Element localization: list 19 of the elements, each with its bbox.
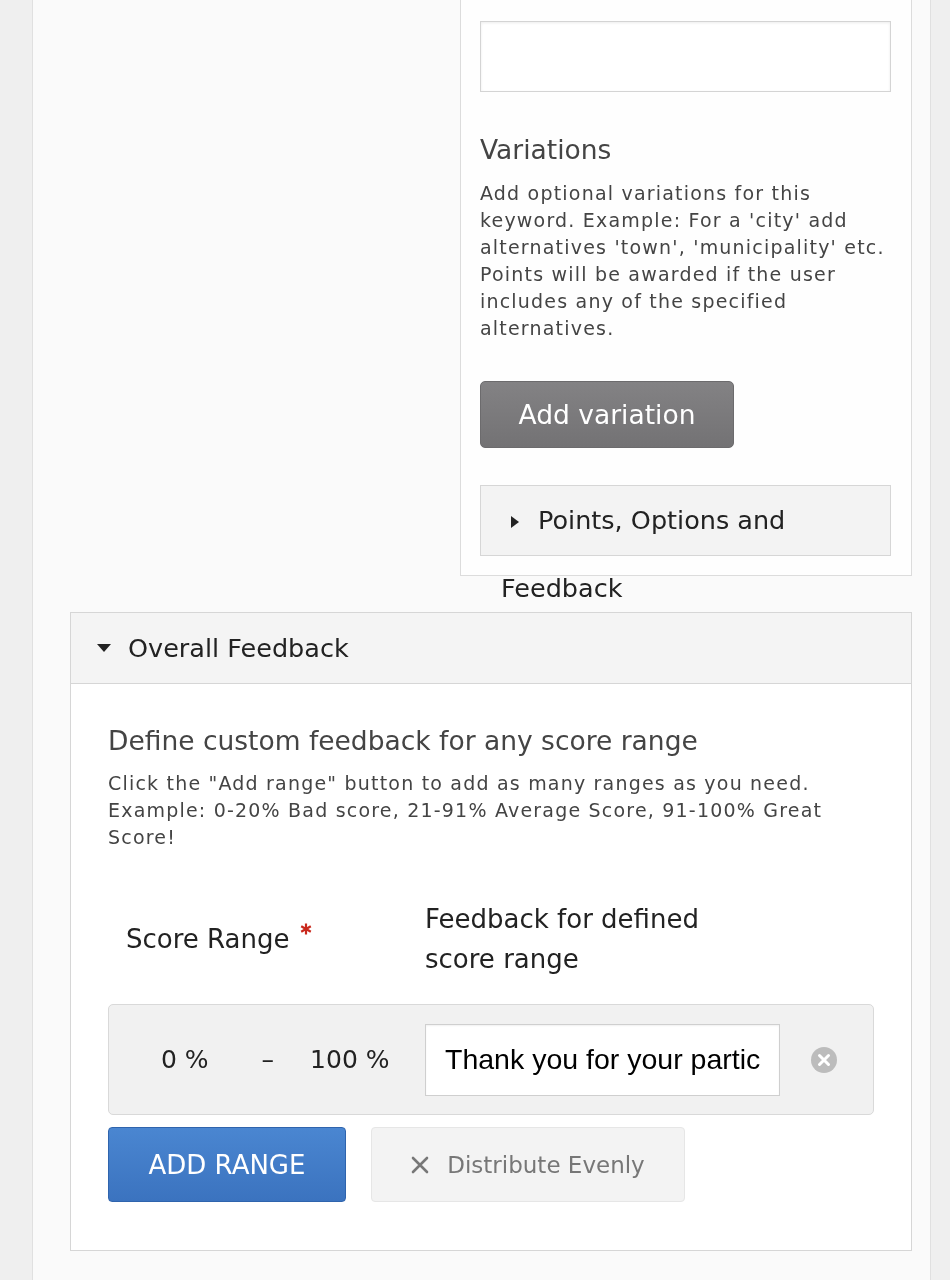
text-input[interactable] [480,21,891,92]
cross-icon [411,1155,430,1174]
distribute-evenly-button[interactable]: Distribute Evenly [371,1127,685,1202]
add-variation-button[interactable]: Add variation [480,381,734,448]
feedback-input[interactable]: Thank you for your partic [425,1023,780,1096]
range-separator: – [261,1045,275,1074]
range-end: 100 % [310,1045,390,1074]
add-range-button[interactable]: ADD RANGE [108,1127,346,1202]
feedback-description: Click the "Add range" button to add as many ranges as you need. Example: 0-20% Bad score, 21-91% Average Score, 91-100% Great Score! [108,771,824,850]
variations-title: Variations [480,133,613,167]
feedback-heading: Define custom feedback for any score range [108,724,699,758]
remove-icon[interactable] [811,1046,837,1073]
variations-description: Add optional variations for this keyword. Example: For a 'city' add alternatives 'town', 'municipality' etc. Points will be awarded if the user includes any of the specified alternatives. [480,181,886,341]
collapsible-header-label: Points, Options and Feedback [501,505,786,603]
range-start: 0 % [161,1045,209,1074]
overall-feedback-header[interactable]: Overall Feedback [71,613,911,684]
column-header: Score Range [126,923,290,956]
column-header: Feedback for defined score range [425,904,699,974]
collapsible-header[interactable] [480,485,891,556]
